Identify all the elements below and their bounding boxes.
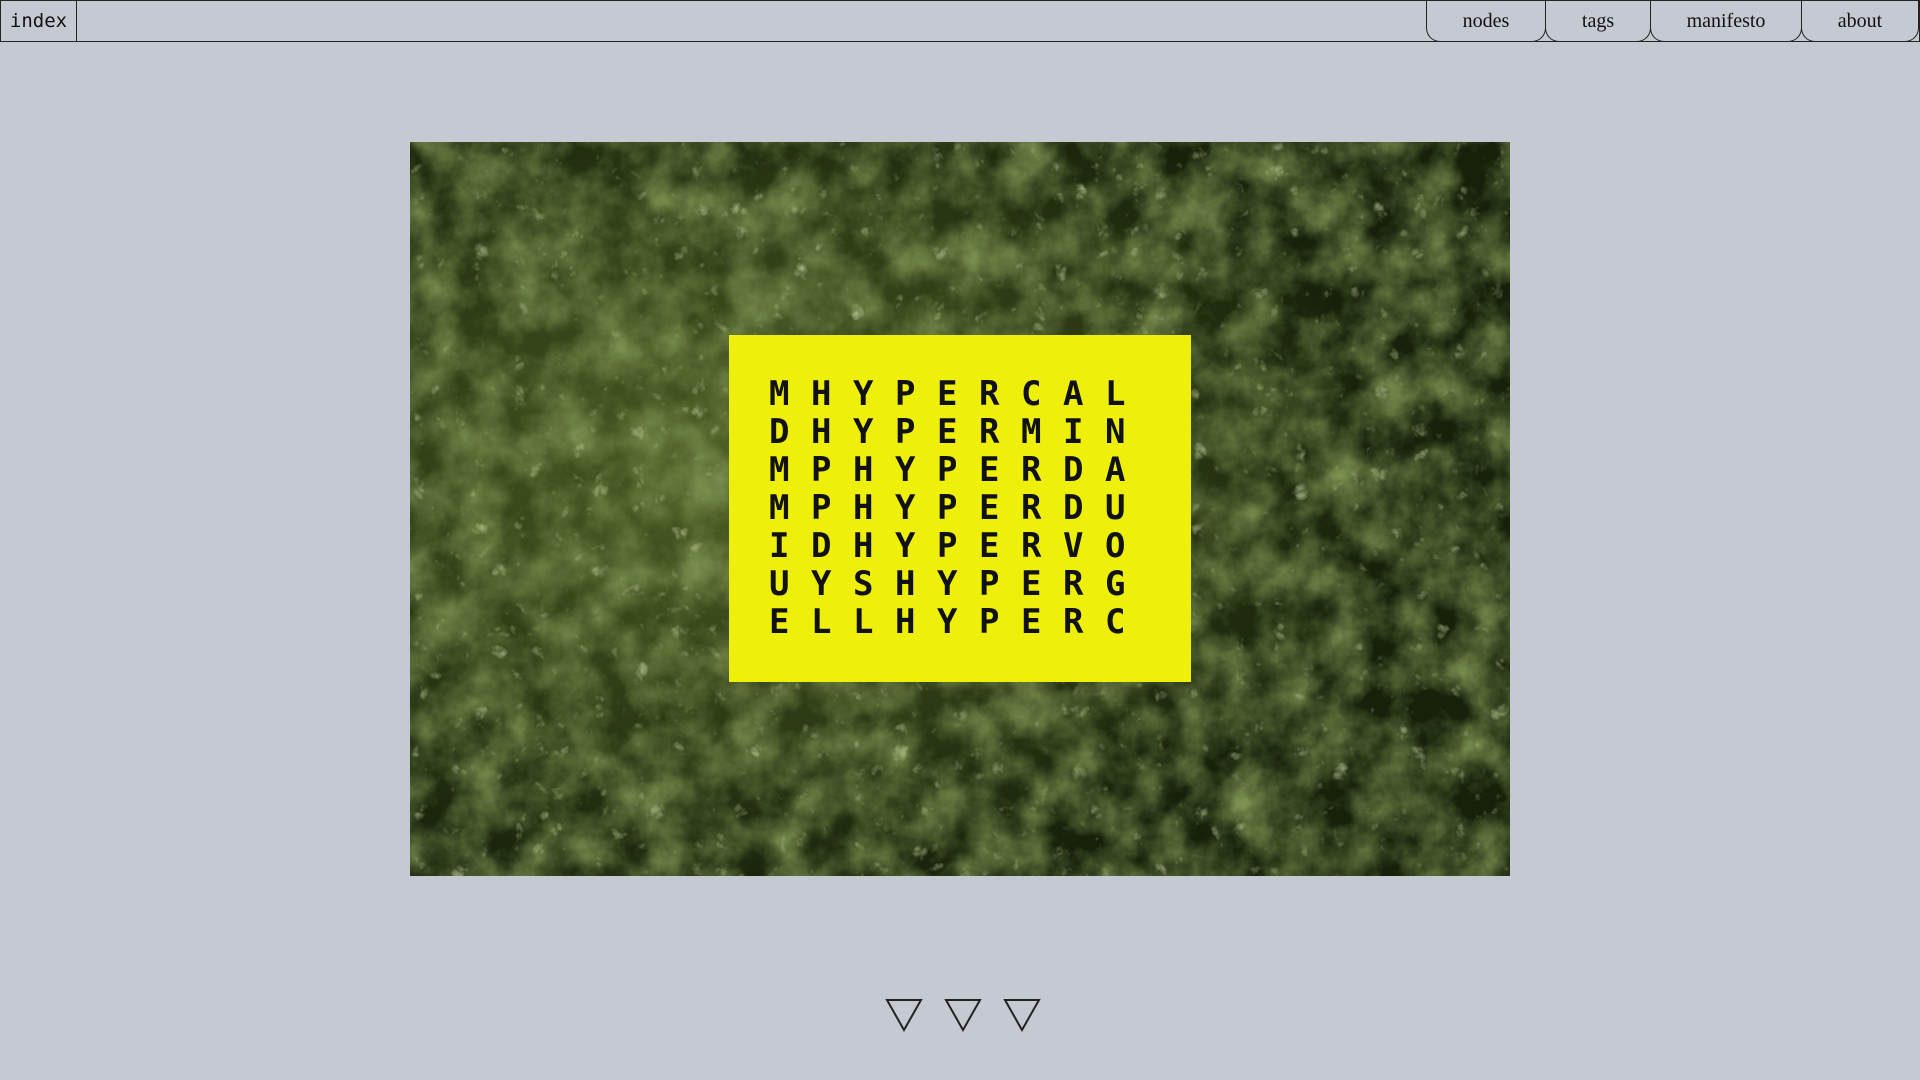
- hyper-word-card: MHYPERCALDHYPERMINMPHYPERDAMPHYPERDUIDHY…: [729, 335, 1191, 682]
- grid-letter: P: [895, 412, 916, 452]
- grid-letter: U: [1105, 488, 1126, 528]
- grid-letter: P: [811, 488, 832, 528]
- grid-letter: I: [1063, 412, 1084, 452]
- index-button[interactable]: index: [1, 1, 77, 41]
- grid-letter: E: [979, 450, 1000, 490]
- grid-letter: Y: [811, 564, 832, 604]
- grid-letter: R: [1021, 488, 1042, 528]
- grid-letter: L: [811, 602, 832, 642]
- grid-letter: H: [853, 488, 874, 528]
- grid-letter: R: [1021, 526, 1042, 566]
- grid-letter: M: [769, 450, 790, 490]
- scroll-arrows: [885, 998, 1041, 1038]
- grid-letter: P: [937, 488, 958, 528]
- grid-letter: L: [1105, 374, 1126, 414]
- hero-image: MHYPERCALDHYPERMINMPHYPERDAMPHYPERDUIDHY…: [410, 142, 1510, 876]
- grid-letter: M: [769, 374, 790, 414]
- grid-letter: E: [979, 526, 1000, 566]
- grid-letter: D: [1063, 450, 1084, 490]
- grid-letter: P: [979, 564, 1000, 604]
- grid-letter: H: [811, 374, 832, 414]
- grid-letter: E: [979, 488, 1000, 528]
- down-triangle-icon[interactable]: [1003, 998, 1041, 1032]
- grid-letter: Y: [937, 564, 958, 604]
- grid-letter: Y: [937, 602, 958, 642]
- down-triangle-icon[interactable]: [885, 998, 923, 1032]
- grid-letter: E: [1021, 602, 1042, 642]
- grid-letter: H: [895, 564, 916, 604]
- grid-letter: M: [769, 488, 790, 528]
- grid-letter: I: [769, 526, 790, 566]
- grid-letter: E: [937, 374, 958, 414]
- grid-letter: D: [1063, 488, 1084, 528]
- grid-letter: S: [853, 564, 874, 604]
- grid-letter: M: [1021, 412, 1042, 452]
- grid-letter: H: [895, 602, 916, 642]
- grid-letter: H: [811, 412, 832, 452]
- grid-letter: E: [769, 602, 790, 642]
- down-triangle-icon[interactable]: [944, 998, 982, 1032]
- grid-letter: Y: [895, 450, 916, 490]
- nav-nodes[interactable]: nodes: [1426, 1, 1546, 42]
- grid-letter: Y: [895, 526, 916, 566]
- grid-letter: E: [1021, 564, 1042, 604]
- grid-letter: C: [1021, 374, 1042, 414]
- grid-letter: H: [853, 526, 874, 566]
- grid-letter: P: [979, 602, 1000, 642]
- grid-letter: P: [937, 450, 958, 490]
- nav-tags[interactable]: tags: [1545, 1, 1651, 42]
- grid-letter: P: [895, 374, 916, 414]
- grid-letter: R: [979, 374, 1000, 414]
- grid-letter: H: [853, 450, 874, 490]
- grid-letter: R: [979, 412, 1000, 452]
- main-nav: nodes tags manifesto about: [1426, 1, 1919, 42]
- grid-letter: G: [1105, 564, 1126, 604]
- nav-manifesto[interactable]: manifesto: [1650, 1, 1802, 42]
- grid-letter: C: [1105, 602, 1126, 642]
- grid-letter: P: [811, 450, 832, 490]
- grid-letter: Y: [853, 374, 874, 414]
- grid-letter: V: [1063, 526, 1084, 566]
- nav-about[interactable]: about: [1801, 1, 1919, 42]
- grid-letter: P: [937, 526, 958, 566]
- grid-letter: R: [1021, 450, 1042, 490]
- letter-grid: MHYPERCALDHYPERMINMPHYPERDAMPHYPERDUIDHY…: [769, 374, 1151, 642]
- grid-letter: U: [769, 564, 790, 604]
- grid-letter: Y: [853, 412, 874, 452]
- grid-letter: D: [769, 412, 790, 452]
- grid-letter: N: [1105, 412, 1126, 452]
- grid-letter: D: [811, 526, 832, 566]
- grid-letter: E: [937, 412, 958, 452]
- grid-letter: A: [1063, 374, 1084, 414]
- grid-letter: O: [1105, 526, 1126, 566]
- top-bar: index nodes tags manifesto about: [0, 0, 1920, 42]
- grid-letter: L: [853, 602, 874, 642]
- grid-letter: A: [1105, 450, 1126, 490]
- grid-letter: Y: [895, 488, 916, 528]
- grid-letter: R: [1063, 564, 1084, 604]
- grid-letter: R: [1063, 602, 1084, 642]
